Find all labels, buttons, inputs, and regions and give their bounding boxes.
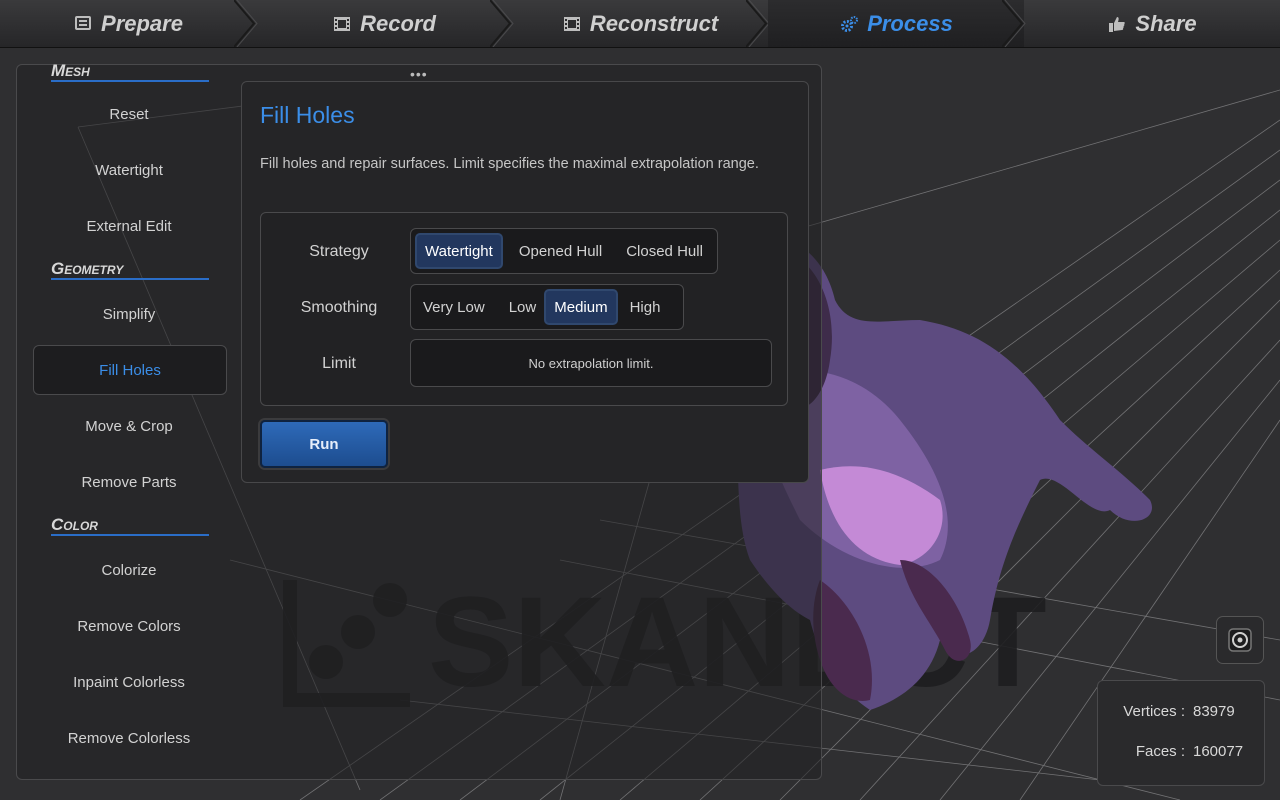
mesh-stats: Vertices : 83979 Faces : 160077 — [1097, 680, 1265, 786]
strategy-option-watertight[interactable]: Watertight — [415, 233, 503, 269]
sidebar-item-remove-parts[interactable]: Remove Parts — [33, 458, 225, 506]
limit-slider[interactable]: No extrapolation limit. — [410, 339, 772, 387]
tab-reconstruct[interactable]: Reconstruct — [512, 0, 770, 47]
sidebar-item-watertight[interactable]: Watertight — [33, 146, 225, 194]
tab-separator — [490, 0, 514, 47]
film-icon — [334, 16, 351, 31]
smoothing-selector: Very Low Low Medium High — [410, 284, 684, 330]
top-navigation: Prepare Record Reconstruct Process Share — [0, 0, 1280, 48]
faces-row: Faces : 160077 — [1113, 743, 1263, 760]
vertices-label: Vertices : — [1123, 703, 1185, 720]
sidebar: Mesh Reset Watertight External Edit Geom… — [16, 62, 227, 778]
film-icon — [563, 16, 580, 31]
sidebar-item-reset[interactable]: Reset — [33, 90, 225, 138]
strategy-option-closed-hull[interactable]: Closed Hull — [618, 233, 711, 269]
sidebar-item-simplify[interactable]: Simplify — [33, 290, 225, 338]
faces-label: Faces : — [1135, 743, 1185, 760]
strategy-selector: Watertight Opened Hull Closed Hull — [410, 228, 718, 274]
smoothing-label: Smoothing — [300, 299, 378, 316]
smoothing-option-medium[interactable]: Medium — [544, 289, 618, 325]
section-header-mesh: Mesh — [51, 62, 209, 82]
tab-record[interactable]: Record — [256, 0, 514, 47]
thumbs-up-icon — [1109, 16, 1126, 32]
options-box: Strategy Watertight Opened Hull Closed H… — [260, 212, 788, 406]
sidebar-item-fill-holes[interactable]: Fill Holes — [33, 345, 227, 395]
panel-description: Fill holes and repair surfaces. Limit sp… — [260, 156, 759, 172]
fill-holes-panel: Fill Holes Fill holes and repair surface… — [241, 81, 809, 483]
limit-value: No extrapolation limit. — [528, 355, 654, 371]
tab-separator — [1002, 0, 1026, 47]
tab-process-label: Process — [867, 10, 953, 36]
strategy-option-opened-hull[interactable]: Opened Hull — [511, 233, 610, 269]
tab-prepare[interactable]: Prepare — [0, 0, 258, 47]
tab-separator — [746, 0, 770, 47]
faces-value: 160077 — [1193, 743, 1244, 760]
sidebar-item-move-crop[interactable]: Move & Crop — [33, 402, 225, 450]
section-header-color: Color — [51, 516, 209, 536]
strategy-label: Strategy — [309, 243, 369, 260]
smoothing-option-very-low[interactable]: Very Low — [415, 289, 493, 325]
panel-title: Fill Holes — [260, 102, 355, 128]
tab-process[interactable]: Process — [768, 0, 1026, 47]
prepare-icon — [75, 15, 92, 30]
tab-reconstruct-label: Reconstruct — [589, 10, 719, 36]
camera-icon — [1228, 628, 1252, 652]
gears-icon — [841, 15, 859, 32]
sidebar-item-colorize[interactable]: Colorize — [33, 546, 225, 594]
sidebar-item-external-edit[interactable]: External Edit — [33, 202, 225, 250]
smoothing-option-low[interactable]: Low — [501, 289, 545, 325]
tab-separator — [234, 0, 258, 47]
camera-view-button[interactable] — [1216, 616, 1264, 664]
tab-share[interactable]: Share — [1024, 0, 1280, 47]
run-button[interactable]: Run — [260, 420, 388, 468]
tab-share-label: Share — [1135, 10, 1197, 36]
sidebar-item-remove-colorless[interactable]: Remove Colorless — [33, 714, 225, 762]
drag-handle[interactable]: ••• — [410, 66, 428, 82]
vertices-value: 83979 — [1193, 703, 1235, 720]
tab-prepare-label: Prepare — [101, 10, 183, 36]
smoothing-option-high[interactable]: High — [622, 289, 669, 325]
limit-label: Limit — [322, 355, 356, 372]
vertices-row: Vertices : 83979 — [1113, 703, 1263, 720]
sidebar-item-inpaint-colorless[interactable]: Inpaint Colorless — [33, 658, 225, 706]
section-header-geometry: Geometry — [51, 260, 209, 280]
sidebar-item-remove-colors[interactable]: Remove Colors — [33, 602, 225, 650]
tab-record-label: Record — [360, 10, 436, 36]
